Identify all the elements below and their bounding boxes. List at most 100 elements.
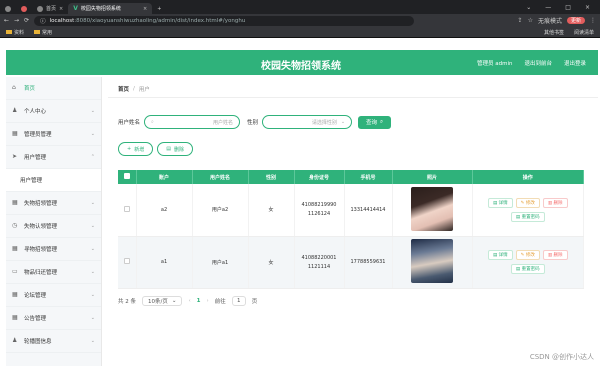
tab-system[interactable]: V 校园失物招领系统 × [68,3,153,14]
cell-phone: 17788559631 [344,236,393,289]
bookmark-item[interactable]: 资料 [6,29,24,36]
send-icon: ➤ [12,153,18,160]
row-actions-line: ▤ 详情 ✎ 修改 ▥ 删除 [487,197,568,208]
tab-home[interactable]: 首页 × [32,3,68,14]
row-checkbox[interactable] [123,205,130,212]
col-name: 用户姓名 [192,170,249,184]
cell-ops: ▤ 详情 ✎ 修改 ▥ 删除 ▤ 重置密码 [472,236,584,289]
star-icon[interactable]: ☆ [528,17,533,24]
trash-icon: ▤ [166,146,171,152]
page-size-select[interactable]: 10条/页 ⌄ [142,296,183,306]
edit-button[interactable]: ✎ 修改 [515,197,540,208]
profile-label[interactable]: 无痕模式 [538,16,562,25]
other-bookmarks[interactable]: 其他书签 [544,29,564,36]
sidebar-item-home[interactable]: ⌂ 首页 [6,77,101,100]
sidebar-item-search-items[interactable]: ▦ 寻物招领管理 ⌄ [6,238,101,261]
tab-placeholder-2[interactable] [16,3,32,14]
chevron-down-icon[interactable]: ⌄ [526,4,531,11]
sidebar-item-returns[interactable]: ▭ 物品归还管理 ⌄ [6,261,101,284]
sidebar-item-label: 用户管理 [20,178,43,184]
cell-ops: ▤ 详情 ✎ 修改 ▥ 删除 ▤ 重置密码 [472,184,584,237]
sidebar-item-claims[interactable]: ◷ 失物认领管理 ⌄ [6,215,101,238]
sidebar-item-carousel[interactable]: ♟ 轮播图信息 ⌄ [6,330,101,353]
close-icon[interactable]: × [585,4,590,11]
close-icon[interactable]: × [59,6,63,12]
folder-icon [34,30,41,34]
user-photo[interactable] [411,186,453,231]
select-all-checkbox[interactable] [123,173,130,179]
sidebar-item-notices[interactable]: ▦ 公告管理 ⌄ [6,307,101,330]
window-controls: ⌄ — □ × [526,4,600,11]
cell-gender: 女 [248,184,295,237]
user-icon: ♟ [12,107,18,114]
new-tab-button[interactable]: + [152,3,166,14]
url-field[interactable]: ⓘ localhost:8080/xiaoyuanshiwuzhaoling/a… [34,15,415,26]
tab-placeholder[interactable] [0,3,16,14]
id-line-2: 1121114 [307,263,331,270]
sidebar-subitem-users[interactable]: 用户管理 [6,169,101,192]
name-input[interactable]: ⌕ 用户姓名 [144,115,241,129]
gender-select[interactable]: 请选择性别 ⌄ [262,115,353,129]
select-all-cell[interactable] [118,170,137,184]
sidebar-item-label: 用户管理 [24,155,47,161]
maximize-icon[interactable]: □ [565,4,571,11]
row-select-cell[interactable] [118,236,137,289]
edit-button[interactable]: ✎ 修改 [515,250,540,260]
update-button[interactable]: 更新 [566,17,585,24]
tab-label: 校园失物招领系统 [80,6,121,12]
add-button[interactable]: + 新增 [118,142,154,156]
row-delete-button[interactable]: ▥ 删除 [542,250,568,260]
reset-label: 重置密码 [521,267,540,272]
menu-icon[interactable]: ⋮ [590,17,596,24]
col-id: 身份证号 [294,170,345,184]
row-select-cell[interactable] [118,184,137,237]
sidebar-item-users[interactable]: ➤ 用户管理 ⌃ [6,146,101,169]
current-page[interactable]: 1 [197,298,201,304]
sidebar-item-lost-found[interactable]: ▦ 失物招领管理 ⌄ [6,192,101,215]
browser-actions: ⇪ ☆ 无痕模式 更新 ⋮ [518,16,596,25]
id-line-1: 41088219990 [301,202,337,209]
sidebar: ⌂ 首页 ♟ 个人中心 ⌄ ▦ 管理员管理 ⌄ ➤ 用户管理 ⌃ 用户管理 ▦ 失物招领管理 ⌄ … [6,77,102,366]
back-icon[interactable]: ← [4,17,9,24]
reset-password-button[interactable]: ▤ 重置密码 [510,264,545,274]
sidebar-item-profile[interactable]: ♟ 个人中心 ⌄ [6,100,101,123]
search-button-label: 查询 [366,120,378,126]
reset-password-button[interactable]: ▤ 重置密码 [510,211,545,222]
delete-button[interactable]: ▤ 删除 [157,142,193,156]
row-checkbox[interactable] [123,258,130,264]
detail-button[interactable]: ▤ 详情 [487,197,513,208]
user-photo[interactable] [411,239,453,283]
next-page-icon[interactable]: › [207,298,209,304]
share-icon[interactable]: ⇪ [518,17,523,24]
chevron-down-icon: ⌄ [90,292,95,298]
chevron-up-icon: ⌃ [90,154,95,160]
prev-page-icon[interactable]: ‹ [188,298,190,304]
forward-icon[interactable]: → [14,17,19,24]
chevron-down-icon: ⌄ [90,246,95,252]
page-unit: 页 [251,299,258,305]
browser-tab-bar: 首页 × V 校园失物招领系统 × + ⌄ — □ × [0,0,600,14]
logout-link[interactable]: 退出登录 [564,59,586,67]
bookmark-item[interactable]: 常用 [34,29,52,36]
close-icon[interactable]: × [143,6,147,12]
sidebar-item-forum[interactable]: ▦ 论坛管理 ⌄ [6,284,101,307]
row-delete-button[interactable]: ▥ 删除 [542,197,568,208]
bookmark-label: 资料 [14,29,25,36]
minimize-icon[interactable]: — [545,4,551,11]
sidebar-item-admins[interactable]: ▦ 管理员管理 ⌄ [6,123,101,146]
detail-button[interactable]: ▤ 详情 [487,250,513,260]
chevron-down-icon: ⌄ [90,338,95,344]
url-path: :8080/xiaoyuanshiwuzhaoling/admin/dist/i… [74,17,246,24]
grid-icon: ▦ [12,314,18,321]
reading-list[interactable]: 阅读清单 [574,29,594,36]
cell-name: 用户a1 [192,236,249,289]
search-button[interactable]: 查询 ⌕ [358,115,392,129]
goto-input[interactable]: 1 [231,296,246,306]
name-placeholder: 用户姓名 [213,119,234,126]
row-actions: ▤ 详情 ✎ 修改 ▥ 删除 ▤ 重置密码 [473,250,584,274]
detail-label: 详情 [498,200,508,206]
breadcrumb-home[interactable]: 首页 [118,85,129,93]
exit-frontend-link[interactable]: 退出到前台 [524,59,552,67]
role-label: 管理员 admin [476,61,513,67]
reload-icon[interactable]: ⟳ [24,17,29,24]
